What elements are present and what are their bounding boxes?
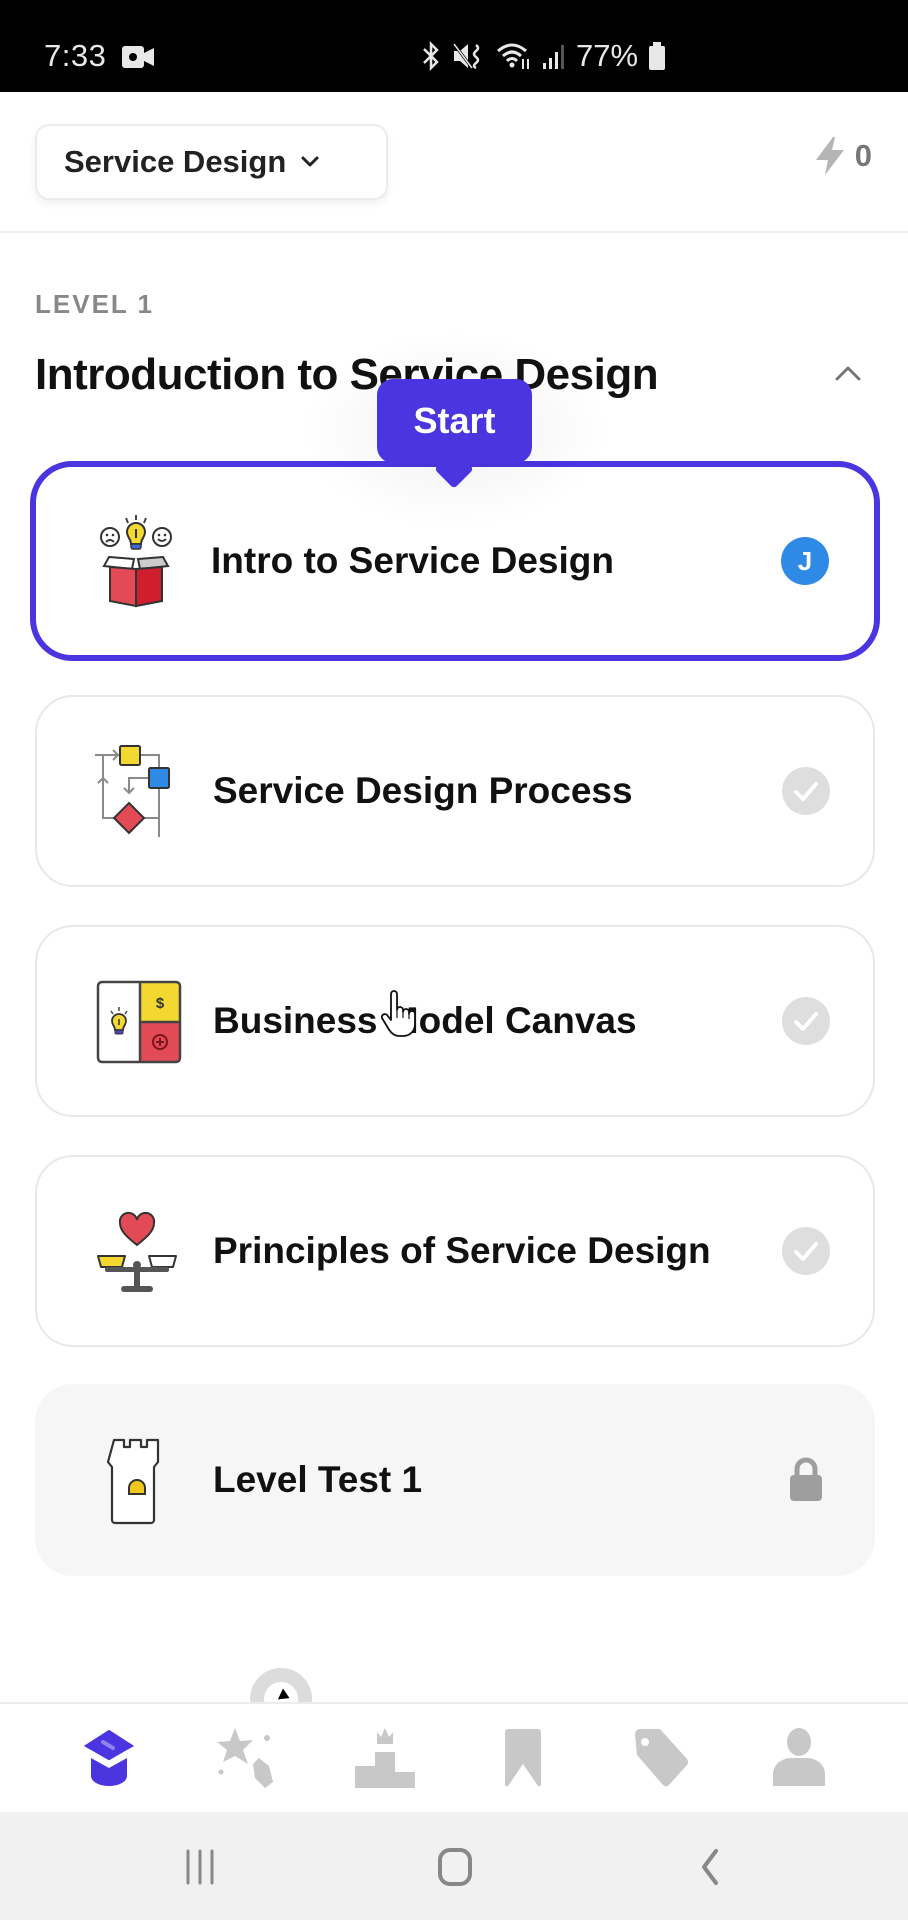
lesson-title: Service Design Process [213,770,633,811]
check-circle-icon [782,767,830,815]
lesson-status [781,1226,831,1276]
check-circle-icon [782,997,830,1045]
battery-percent: 77% [576,38,639,73]
chevron-up-icon [835,366,861,381]
nav-learn[interactable] [69,1718,149,1798]
svg-text:$: $ [156,995,165,1012]
nav-leaderboard[interactable] [345,1718,425,1798]
status-bar: 7:33 77% [0,0,908,92]
lesson-title: Principles of Service Design [213,1230,711,1271]
wifi-icon [497,43,529,69]
tag-icon [635,1729,688,1787]
lesson-card-business-model-canvas[interactable]: $ Business Model Canvas [35,925,875,1117]
lightning-bolt-icon [815,137,844,175]
nav-deals[interactable] [621,1718,701,1798]
business-canvas-icon: $ [96,980,182,1064]
lesson-card-level-test-1[interactable]: Level Test 1 [35,1384,875,1576]
balance-scale-heart-icon [97,1211,177,1292]
nav-bookmarks[interactable] [483,1718,563,1798]
course-selector-dropdown[interactable]: Service Design [35,124,388,200]
hand-cursor-icon [380,990,416,1037]
video-record-icon [122,46,154,68]
nav-profile[interactable] [759,1718,839,1798]
signal-icon [543,45,564,69]
collapse-level-button[interactable] [830,355,866,391]
tower-icon [106,1438,160,1525]
course-selector-label: Service Design [64,144,287,179]
bluetooth-icon [423,41,439,71]
lesson-status: J [780,536,830,586]
process-flowchart-icon [95,745,170,837]
lesson-status [781,766,831,816]
user-icon [773,1728,825,1786]
lesson-card-service-design-process[interactable]: Service Design Process [35,695,875,887]
app-header: Service Design 0 [0,92,908,233]
graduation-cap-icon [79,1726,139,1786]
back-icon [702,1849,718,1885]
system-navigation-bar [0,1812,908,1920]
lesson-title: Business Model Canvas [213,1000,637,1041]
lesson-status [781,1455,831,1505]
back-button[interactable] [680,1842,740,1892]
bottom-navigation [0,1702,908,1812]
recent-apps-button[interactable] [170,1842,230,1892]
check-circle-icon [782,1227,830,1275]
chevron-down-icon [301,156,319,167]
home-icon [438,1848,472,1886]
status-time: 7:33 [44,38,107,73]
lesson-title: Level Test 1 [213,1459,423,1500]
nav-practice[interactable] [207,1718,287,1798]
start-tooltip-button[interactable]: Start [377,379,532,463]
mute-vibrate-icon [452,43,480,70]
status-icons: 77% [420,38,666,74]
home-button[interactable] [425,1842,485,1892]
stars-icon [217,1728,273,1788]
podium-icon [355,1728,415,1788]
recent-apps-icon [186,1849,214,1885]
lock-icon [790,1457,822,1501]
bookmark-icon [504,1729,542,1787]
streak-counter[interactable]: 0 [813,136,872,176]
streak-count: 0 [854,138,872,173]
lesson-card-principles-of-service-design[interactable]: Principles of Service Design [35,1155,875,1347]
battery-icon [649,42,666,70]
level-label: LEVEL 1 [35,289,155,319]
avatar-badge: J [781,537,829,585]
lesson-status [781,996,831,1046]
lesson-title: Intro to Service Design [211,540,614,581]
open-box-idea-icon [100,515,172,608]
